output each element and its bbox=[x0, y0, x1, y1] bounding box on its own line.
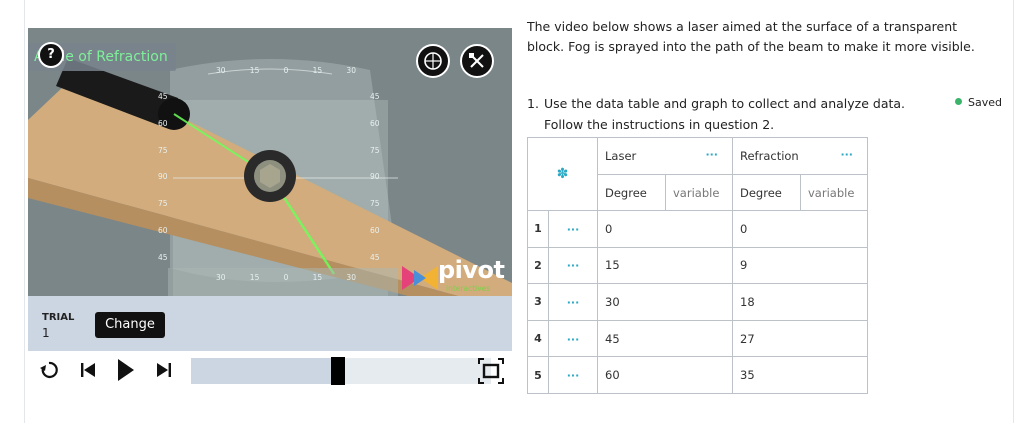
row-index: 3 bbox=[527, 283, 549, 321]
row-menu[interactable]: ··· bbox=[548, 210, 598, 248]
protractor-right-ticks: 45 60 75 90 75 60 45 bbox=[370, 92, 380, 262]
laser-cell[interactable]: 30 bbox=[597, 283, 733, 321]
protractor-bottom-ticks: 30 15 0 15 30 bbox=[216, 273, 356, 282]
tick-label: 75 bbox=[158, 145, 168, 155]
table-row: 3 ··· 30 18 bbox=[527, 283, 868, 321]
tick-label: 30 bbox=[216, 273, 226, 282]
table-row: 2 ··· 15 9 bbox=[527, 246, 868, 285]
tick-label: 75 bbox=[158, 199, 168, 209]
tick-label: 0 bbox=[283, 273, 289, 282]
refraction-cell[interactable]: 18 bbox=[732, 283, 868, 321]
laser-cell[interactable]: 15 bbox=[597, 246, 733, 285]
row-menu-icon[interactable]: ··· bbox=[567, 296, 580, 309]
refraction-cell[interactable]: 35 bbox=[732, 356, 868, 394]
row-menu-icon[interactable]: ··· bbox=[567, 369, 580, 382]
tick-label: 60 bbox=[158, 226, 168, 236]
question-number: 1. bbox=[527, 96, 539, 111]
tick-label: 0 bbox=[283, 66, 289, 75]
tick-label: 15 bbox=[249, 273, 260, 282]
tick-label: 60 bbox=[370, 226, 380, 236]
row-menu-icon[interactable]: ··· bbox=[567, 259, 580, 272]
protractor-icon bbox=[424, 52, 442, 70]
tick-label: 90 bbox=[158, 172, 168, 182]
laser-cell[interactable]: 45 bbox=[597, 319, 733, 358]
tick-label: 15 bbox=[249, 66, 260, 75]
playback-controls bbox=[28, 352, 512, 392]
tick-label: 30 bbox=[346, 66, 356, 75]
tick-label: 75 bbox=[370, 145, 380, 155]
row-index: 2 bbox=[527, 246, 549, 285]
data-table: ✽ Laser ··· Refraction ··· Degree variab… bbox=[527, 137, 868, 394]
tick-label: 60 bbox=[370, 118, 380, 128]
intro-text: The video below shows a laser aimed at t… bbox=[527, 19, 975, 54]
tools-button[interactable] bbox=[460, 44, 494, 78]
column-header-laser[interactable]: Laser ··· bbox=[597, 137, 733, 175]
row-index: 1 bbox=[527, 210, 549, 248]
protractor-toggle-button[interactable] bbox=[416, 44, 450, 78]
row-menu-icon[interactable]: ··· bbox=[567, 223, 580, 236]
table-row: 5 ··· 60 35 bbox=[527, 356, 868, 394]
column-variable[interactable]: variable bbox=[665, 174, 733, 211]
table-row: 1 ··· 0 0 bbox=[527, 210, 868, 248]
play-icon[interactable] bbox=[117, 358, 135, 382]
tick-label: 30 bbox=[216, 66, 226, 75]
trial-label: TRIAL bbox=[42, 312, 75, 323]
column-unit[interactable]: Degree bbox=[732, 174, 801, 211]
tick-label: 45 bbox=[158, 92, 168, 101]
change-trial-button[interactable]: Change bbox=[95, 312, 165, 338]
refraction-cell[interactable]: 0 bbox=[732, 210, 868, 248]
replay-icon[interactable] bbox=[40, 360, 58, 380]
help-button[interactable]: ? bbox=[38, 42, 64, 68]
trial-number: 1 bbox=[42, 326, 50, 340]
row-index: 4 bbox=[527, 319, 549, 358]
column-variable[interactable]: variable bbox=[800, 174, 868, 211]
row-menu[interactable]: ··· bbox=[548, 356, 598, 394]
column-menu-icon[interactable]: ··· bbox=[840, 148, 853, 161]
protractor-left-ticks: 45 60 75 90 75 60 45 bbox=[158, 92, 168, 262]
column-unit[interactable]: Degree bbox=[597, 174, 666, 211]
tick-label: 90 bbox=[370, 172, 380, 182]
pivot-logo-text: pivot bbox=[438, 256, 505, 284]
step-forward-icon[interactable] bbox=[156, 360, 172, 380]
scrubber-fill bbox=[191, 358, 338, 384]
column-name: Refraction bbox=[740, 149, 799, 163]
step-back-icon[interactable] bbox=[80, 360, 96, 380]
tick-label: 15 bbox=[312, 273, 323, 282]
trial-strip: TRIAL 1 Change bbox=[28, 296, 512, 351]
column-header-refraction[interactable]: Refraction ··· bbox=[732, 137, 868, 175]
fullscreen-icon[interactable] bbox=[478, 358, 504, 384]
tick-label: 60 bbox=[158, 118, 168, 128]
saved-status: Saved bbox=[955, 96, 1002, 109]
refraction-cell[interactable]: 9 bbox=[732, 246, 868, 285]
laser-cell[interactable]: 60 bbox=[597, 356, 733, 394]
row-menu-icon[interactable]: ··· bbox=[567, 333, 580, 346]
tools-icon bbox=[469, 53, 484, 68]
question-text: Use the data table and graph to collect … bbox=[544, 96, 906, 132]
pivot-logo-subtext: interactives bbox=[446, 284, 491, 293]
row-index: 5 bbox=[527, 356, 549, 394]
saved-dot-icon bbox=[955, 98, 962, 105]
refraction-cell[interactable]: 27 bbox=[732, 319, 868, 358]
table-row: 4 ··· 45 27 bbox=[527, 319, 868, 358]
scrubber-handle[interactable] bbox=[331, 357, 345, 385]
tick-label: 45 bbox=[370, 252, 380, 262]
gear-icon[interactable]: ✽ bbox=[557, 166, 569, 182]
tick-label: 15 bbox=[312, 66, 323, 75]
column-menu-icon[interactable]: ··· bbox=[705, 148, 718, 161]
row-menu[interactable]: ··· bbox=[548, 319, 598, 358]
tick-label: 30 bbox=[346, 273, 356, 282]
row-menu[interactable]: ··· bbox=[548, 246, 598, 285]
protractor-top-ticks: 30 15 0 15 30 bbox=[216, 66, 356, 75]
video-scrubber[interactable] bbox=[191, 357, 491, 385]
tick-label: 75 bbox=[370, 199, 380, 209]
column-name: Laser bbox=[605, 149, 637, 163]
pivot-logo-icon bbox=[402, 266, 438, 290]
row-menu[interactable]: ··· bbox=[548, 283, 598, 321]
tick-label: 45 bbox=[370, 92, 380, 101]
saved-label: Saved bbox=[968, 96, 1002, 109]
laser-cell[interactable]: 0 bbox=[597, 210, 733, 248]
tick-label: 45 bbox=[158, 252, 168, 262]
table-settings-cell[interactable]: ✽ bbox=[527, 137, 598, 211]
